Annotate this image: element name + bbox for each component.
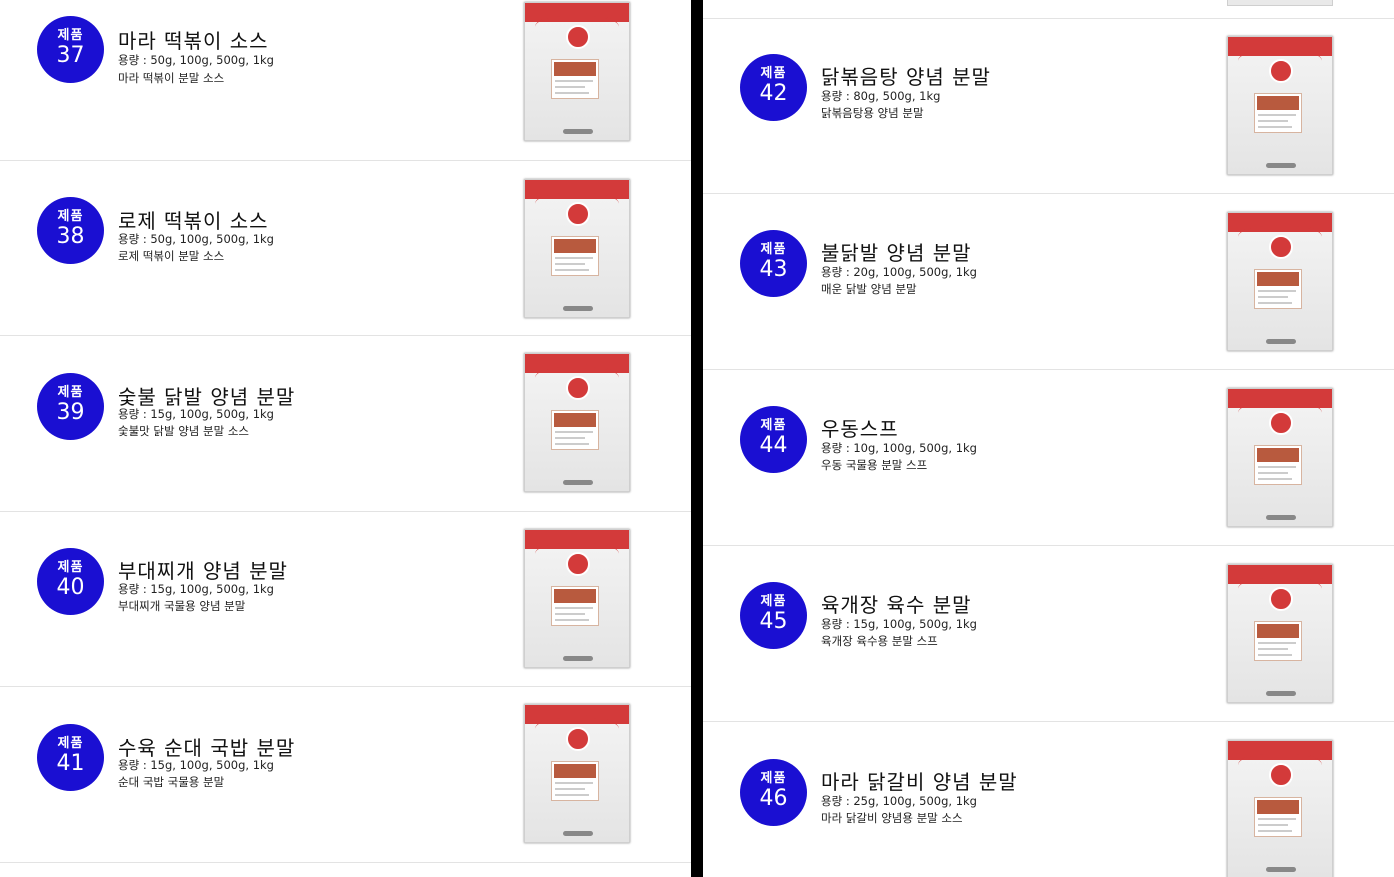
product-description: 육개장 육수용 분말 스프 bbox=[821, 634, 938, 648]
badge-label: 제품 bbox=[57, 560, 84, 575]
product-name: 육개장 육수 분말 bbox=[821, 593, 972, 617]
product-name: 닭볶음탕 양념 분말 bbox=[821, 65, 991, 89]
product-row[interactable]: 제품 40 부대찌개 양념 분말 용량 : 15g, 100g, 500g, 1… bbox=[0, 512, 691, 687]
badge-label: 제품 bbox=[57, 28, 84, 43]
product-name: 불닭발 양념 분말 bbox=[821, 241, 972, 265]
product-number: 40 bbox=[56, 575, 85, 600]
product-description: 우동 국물용 분말 스프 bbox=[821, 458, 928, 472]
product-description: 순대 국밥 국물용 분말 bbox=[118, 775, 225, 789]
product-number: 38 bbox=[56, 224, 85, 249]
sauce-pouch-image[interactable] bbox=[1227, 212, 1333, 351]
product-number-badge: 제품 38 bbox=[37, 197, 104, 264]
product-name: 우동스프 bbox=[821, 417, 899, 441]
sauce-pouch-image[interactable] bbox=[524, 2, 630, 141]
product-capacity: 용량 : 25g, 100g, 500g, 1kg bbox=[821, 794, 977, 808]
product-capacity: 용량 : 15g, 100g, 500g, 1kg bbox=[821, 617, 977, 631]
product-description: 부대찌개 국물용 양념 분말 bbox=[118, 599, 246, 613]
product-capacity: 용량 : 15g, 100g, 500g, 1kg bbox=[118, 582, 274, 596]
product-number: 46 bbox=[759, 786, 788, 811]
sauce-pouch-image[interactable] bbox=[1227, 388, 1333, 527]
product-description: 닭볶음탕용 양념 분말 bbox=[821, 106, 924, 120]
product-description: 숯불맛 닭발 양념 분말 소스 bbox=[118, 424, 250, 438]
sauce-pouch-image[interactable] bbox=[524, 704, 630, 843]
badge-label: 제품 bbox=[57, 736, 84, 751]
badge-label: 제품 bbox=[760, 771, 787, 786]
product-capacity: 용량 : 20g, 100g, 500g, 1kg bbox=[821, 265, 977, 279]
product-capacity: 용량 : 15g, 100g, 500g, 1kg bbox=[118, 407, 274, 421]
product-row[interactable]: 제품 41 수육 순대 국밥 분말 용량 : 15g, 100g, 500g, … bbox=[0, 688, 691, 863]
sauce-pouch-image[interactable] bbox=[524, 529, 630, 668]
product-number-badge: 제품 40 bbox=[37, 548, 104, 615]
product-number-badge: 제품 41 bbox=[37, 724, 104, 791]
product-capacity: 용량 : 50g, 100g, 500g, 1kg bbox=[118, 232, 274, 246]
product-number: 39 bbox=[56, 400, 85, 425]
product-capacity: 용량 : 10g, 100g, 500g, 1kg bbox=[821, 441, 977, 455]
product-number-badge: 제품 42 bbox=[740, 54, 807, 121]
product-name: 로제 떡볶이 소스 bbox=[118, 209, 269, 233]
product-number: 45 bbox=[759, 609, 788, 634]
product-number-badge: 제품 44 bbox=[740, 406, 807, 473]
product-number: 37 bbox=[56, 43, 85, 68]
badge-label: 제품 bbox=[760, 242, 787, 257]
product-description: 마라 떡볶이 분말 소스 bbox=[118, 71, 225, 85]
product-number: 42 bbox=[759, 81, 788, 106]
badge-label: 제품 bbox=[760, 66, 787, 81]
sauce-pouch-image bbox=[1227, 0, 1333, 6]
product-capacity: 용량 : 80g, 500g, 1kg bbox=[821, 89, 941, 103]
sauce-pouch-image[interactable] bbox=[1227, 564, 1333, 703]
product-description: 매운 닭발 양념 분말 bbox=[821, 282, 917, 296]
product-name: 마라 떡볶이 소스 bbox=[118, 29, 269, 53]
product-name: 부대찌개 양념 분말 bbox=[118, 559, 288, 583]
product-row[interactable]: 제품 45 육개장 육수 분말 용량 : 15g, 100g, 500g, 1k… bbox=[703, 547, 1394, 722]
product-row[interactable]: 제품 39 숯불 닭발 양념 분말 용량 : 15g, 100g, 500g, … bbox=[0, 337, 691, 512]
product-number: 41 bbox=[56, 751, 85, 776]
product-capacity: 용량 : 50g, 100g, 500g, 1kg bbox=[118, 53, 274, 67]
product-number: 44 bbox=[759, 433, 788, 458]
product-row[interactable]: 제품 37 마라 떡볶이 소스 용량 : 50g, 100g, 500g, 1k… bbox=[0, 0, 691, 161]
sauce-pouch-image[interactable] bbox=[524, 179, 630, 318]
product-number-badge: 제품 46 bbox=[740, 759, 807, 826]
product-list-left: 제품 37 마라 떡볶이 소스 용량 : 50g, 100g, 500g, 1k… bbox=[0, 0, 691, 877]
sauce-pouch-image[interactable] bbox=[1227, 36, 1333, 175]
product-number-badge: 제품 43 bbox=[740, 230, 807, 297]
product-name: 마라 닭갈비 양념 분말 bbox=[821, 770, 1018, 794]
sauce-pouch-image[interactable] bbox=[524, 353, 630, 492]
badge-label: 제품 bbox=[760, 594, 787, 609]
product-capacity: 용량 : 15g, 100g, 500g, 1kg bbox=[118, 758, 274, 772]
badge-label: 제품 bbox=[760, 418, 787, 433]
product-row[interactable]: 제품 43 불닭발 양념 분말 용량 : 20g, 100g, 500g, 1k… bbox=[703, 195, 1394, 370]
product-row[interactable]: 제품 44 우동스프 용량 : 10g, 100g, 500g, 1kg 우동 … bbox=[703, 371, 1394, 546]
product-number-badge: 제품 45 bbox=[740, 582, 807, 649]
product-row[interactable]: 제품 46 마라 닭갈비 양념 분말 용량 : 25g, 100g, 500g,… bbox=[703, 723, 1394, 877]
badge-label: 제품 bbox=[57, 209, 84, 224]
product-description: 마라 닭갈비 양념용 분말 소스 bbox=[821, 811, 963, 825]
product-row-partial bbox=[703, 0, 1394, 19]
product-list-right: 제품 42 닭볶음탕 양념 분말 용량 : 80g, 500g, 1kg 닭볶음… bbox=[703, 0, 1394, 877]
product-row[interactable]: 제품 42 닭볶음탕 양념 분말 용량 : 80g, 500g, 1kg 닭볶음… bbox=[703, 19, 1394, 194]
badge-label: 제품 bbox=[57, 385, 84, 400]
product-number-badge: 제품 37 bbox=[37, 16, 104, 83]
product-description: 로제 떡볶이 분말 소스 bbox=[118, 249, 225, 263]
product-number: 43 bbox=[759, 257, 788, 282]
sauce-pouch-image[interactable] bbox=[1227, 740, 1333, 877]
product-number-badge: 제품 39 bbox=[37, 373, 104, 440]
product-row[interactable]: 제품 38 로제 떡볶이 소스 용량 : 50g, 100g, 500g, 1k… bbox=[0, 161, 691, 336]
